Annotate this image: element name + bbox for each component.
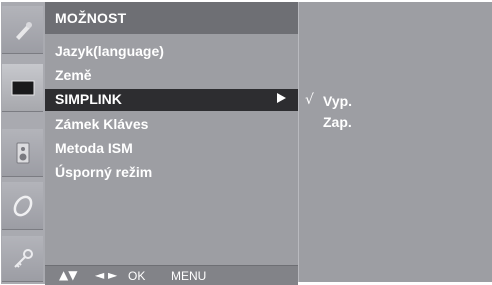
clock-icon bbox=[13, 195, 32, 216]
menu-item-country[interactable]: Země bbox=[45, 65, 298, 87]
menu-item-label: Úsporný režim bbox=[55, 164, 153, 180]
menu-item-simplink[interactable]: SIMPLINK bbox=[45, 89, 298, 111]
picture-icon bbox=[15, 21, 32, 40]
speaker-icon bbox=[16, 142, 29, 163]
up-down-arrows-icon: ▲▼ bbox=[59, 268, 78, 282]
menu-item-label: SIMPLINK bbox=[55, 91, 122, 107]
submenu-option-on[interactable]: Zap. bbox=[323, 114, 352, 130]
category-icon-strip bbox=[1, 2, 45, 284]
menu-item-label: Metoda ISM bbox=[55, 140, 133, 156]
menu-item-language[interactable]: Jazyk(language) bbox=[45, 41, 298, 63]
menu-item-label: Zámek Kláves bbox=[55, 116, 149, 132]
audio-category[interactable] bbox=[2, 129, 43, 177]
checkmark-icon: √ bbox=[305, 92, 314, 108]
simplink-submenu-panel: √ Vyp. Zap. bbox=[298, 2, 492, 282]
key-icon bbox=[13, 248, 33, 268]
menu-item-label: Jazyk(language) bbox=[55, 43, 164, 59]
menu-title-bar: MOŽNOST bbox=[45, 2, 298, 34]
submenu-option-off[interactable]: Vyp. bbox=[323, 93, 352, 109]
screen-category[interactable] bbox=[2, 64, 43, 112]
menu-item-ism-method[interactable]: Metoda ISM bbox=[45, 138, 298, 160]
lock-category[interactable] bbox=[2, 236, 43, 282]
menu-item-label: Země bbox=[55, 67, 92, 83]
picture-category[interactable] bbox=[2, 6, 43, 54]
left-right-arrows-icon: ◄ ► bbox=[95, 268, 118, 282]
menu-item-power-saving[interactable]: Úsporný režim bbox=[45, 162, 298, 184]
ok-hint: OK bbox=[128, 269, 146, 283]
time-category[interactable] bbox=[2, 182, 43, 230]
submenu-arrow-icon bbox=[277, 93, 286, 103]
menu-item-key-lock[interactable]: Zámek Kláves bbox=[45, 114, 298, 136]
navigation-help-bar: ▲▼ ◄ ► OK MENU bbox=[45, 265, 298, 285]
menu-hint: MENU bbox=[171, 269, 207, 283]
menu-title: MOŽNOST bbox=[55, 10, 127, 26]
osd-menu: MOŽNOST Jazyk(language) Země SIMPLINK Zá… bbox=[1, 2, 492, 285]
screen-icon bbox=[11, 80, 34, 95]
